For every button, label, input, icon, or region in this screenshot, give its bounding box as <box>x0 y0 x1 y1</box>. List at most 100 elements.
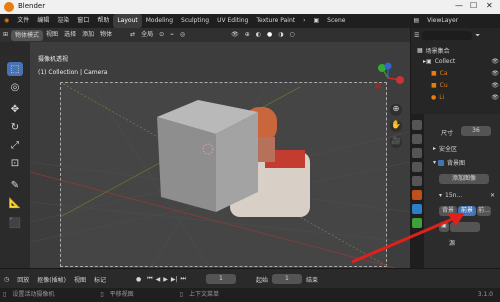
scale-icon[interactable]: ⤢ <box>7 138 23 152</box>
tab-back[interactable]: 背景 <box>439 206 457 216</box>
background-checkbox[interactable] <box>438 159 445 166</box>
timeline-editor-icon[interactable]: ◷ <box>4 276 9 283</box>
safe-areas-toggle[interactable]: ▸ 安全区 <box>433 144 457 153</box>
outliner-search-input[interactable] <box>422 31 473 40</box>
measure-icon[interactable]: 📐 <box>7 196 23 210</box>
background-image-name: 15n... <box>445 192 463 199</box>
menu-object[interactable]: 物体 <box>97 28 115 42</box>
prev-key-icon[interactable]: ◀ <box>156 276 161 283</box>
overlay-icon[interactable]: ◐ <box>253 28 264 42</box>
tab-uv-editing[interactable]: UV Editing <box>213 14 252 28</box>
menu-view[interactable]: 视图 <box>43 28 61 42</box>
tab-other[interactable]: 前... <box>477 206 491 216</box>
eye-icon[interactable]: 👁 <box>491 82 499 89</box>
shading-material-icon[interactable]: ◑ <box>275 28 286 42</box>
object-mode-dropdown[interactable]: 物体模式 <box>11 29 44 41</box>
eye-icon[interactable]: 👁 <box>491 94 499 101</box>
blender-menu-icon[interactable]: ◉ <box>0 14 13 28</box>
minimize-icon[interactable]: — <box>455 1 463 10</box>
size-field[interactable]: 36 <box>461 126 491 136</box>
background-image-item[interactable]: ▾ 15n... ✕ <box>439 192 495 199</box>
next-key-icon[interactable]: ▶| <box>171 276 178 283</box>
add-image-button[interactable]: 添加图像 <box>439 174 489 184</box>
gizmo-icon[interactable]: ⊕ <box>242 28 253 42</box>
play-icon[interactable]: ▶ <box>163 276 168 283</box>
transform-icon[interactable]: ⊡ <box>7 156 23 170</box>
menu-help[interactable]: 帮助 <box>93 14 113 28</box>
object-tab-icon[interactable] <box>412 190 422 200</box>
tab-front[interactable]: 前景 <box>458 206 476 216</box>
menu-file[interactable]: 文件 <box>13 14 33 28</box>
menu-edit[interactable]: 编辑 <box>33 14 53 28</box>
maximize-icon[interactable]: ☐ <box>470 1 477 10</box>
pivot-icon[interactable]: ⊙ <box>156 28 167 42</box>
background-images-panel-header[interactable]: ▾ 背景图 <box>433 158 465 167</box>
3d-viewport[interactable]: 摄像机透视 (1) Collection | Camera ⊕ ✋ 🎥 <box>30 42 410 268</box>
view-layer-selector[interactable]: ViewLayer <box>423 14 462 28</box>
version-label: 3.1.0 <box>477 291 493 298</box>
pan-icon[interactable]: ✋ <box>390 120 402 132</box>
menu-keying[interactable]: 抠像(插帧) <box>37 275 66 284</box>
tool-shelf: ⬚ ◎ ✥ ↻ ⤢ ⊡ ✎ 📐 ⬛ <box>0 56 30 268</box>
tab-modeling[interactable]: Modeling <box>142 14 177 28</box>
transform-orientation-dropdown[interactable]: 全局 <box>138 28 156 42</box>
output-tab-icon[interactable] <box>412 148 422 158</box>
rotate-icon[interactable]: ↻ <box>7 120 23 134</box>
eye-icon[interactable]: 👁 <box>491 70 499 77</box>
tab-layout[interactable]: Layout <box>113 14 142 28</box>
viewport-header: ⊞ 物体模式 视图 选择 添加 物体 ⇄ 全局 ⊙ ⌁ ◎ 👁 ⊕ ◐ ● ◑ … <box>0 28 410 42</box>
navigation-gizmo[interactable] <box>372 62 404 94</box>
snap-icon[interactable]: ⌁ <box>167 28 177 42</box>
current-frame-field[interactable]: 1 <box>205 274 236 284</box>
image-browse-icon[interactable]: ▣ <box>439 222 449 232</box>
menu-playback[interactable]: 回放 <box>17 275 29 284</box>
outliner-scene-collection[interactable]: ▦ 场景集合 <box>417 46 450 55</box>
record-icon[interactable]: ● <box>136 276 141 283</box>
tabs-more-icon[interactable]: › <box>299 14 309 28</box>
shading-render-icon[interactable]: ○ <box>286 28 297 42</box>
eye-icon[interactable]: 👁 <box>491 58 499 65</box>
scene-selector[interactable]: Scene <box>323 14 349 28</box>
modifier-tab-icon[interactable] <box>412 204 422 214</box>
menu-render[interactable]: 渲染 <box>53 14 73 28</box>
jump-start-icon[interactable]: ⏮ <box>147 275 152 283</box>
image-name-field[interactable] <box>450 222 480 232</box>
view-layer-tab-icon[interactable] <box>412 162 422 172</box>
menu-marker[interactable]: 标记 <box>94 275 106 284</box>
shading-solid-icon[interactable]: ● <box>264 28 275 42</box>
outliner-item-cube[interactable]: ■ Cu 👁 <box>431 82 499 89</box>
menu-add[interactable]: 添加 <box>79 28 97 42</box>
camera-view-icon[interactable]: 🎥 <box>390 136 402 148</box>
close-icon[interactable]: ✕ <box>490 192 495 199</box>
menu-select[interactable]: 选择 <box>61 28 79 42</box>
editor-type-icon[interactable]: ⊞ <box>0 28 11 42</box>
tool-tab-icon[interactable] <box>412 120 422 130</box>
menu-view[interactable]: 视图 <box>74 275 86 284</box>
start-frame-field[interactable]: 1 <box>271 274 302 284</box>
proportional-edit-icon[interactable]: ◎ <box>177 28 188 42</box>
move-icon[interactable]: ✥ <box>7 102 23 116</box>
outliner-item-label: Collect <box>434 58 456 65</box>
scene-tab-icon[interactable] <box>412 176 422 186</box>
camera-data-tab-icon[interactable] <box>412 218 422 228</box>
outliner-editor-icon[interactable]: ☰ <box>414 32 419 39</box>
menu-window[interactable]: 窗口 <box>73 14 93 28</box>
collapse-icon: ▾ <box>433 159 437 166</box>
annotate-icon[interactable]: ✎ <box>7 178 23 192</box>
tab-sculpting[interactable]: Sculpting <box>177 14 213 28</box>
outliner-item-light[interactable]: ● Li 👁 <box>431 94 499 101</box>
outliner-item-camera[interactable]: ■ Ca 👁 <box>431 70 499 77</box>
select-box-icon[interactable]: ⬚ <box>7 62 23 76</box>
zoom-icon[interactable]: ⊕ <box>390 104 402 116</box>
add-cube-icon[interactable]: ⬛ <box>7 216 23 230</box>
close-icon[interactable]: ✕ <box>486 1 493 10</box>
filter-icon[interactable]: ⏷ <box>475 32 480 40</box>
jump-end-icon[interactable]: ⏭ <box>181 275 186 283</box>
cursor-icon[interactable]: ◎ <box>7 80 23 94</box>
visibility-icon[interactable]: 👁 <box>228 28 242 42</box>
tab-texture-paint[interactable]: Texture Paint <box>252 14 299 28</box>
render-tab-icon[interactable] <box>412 134 422 144</box>
transform-orientation-icon[interactable]: ⇄ <box>127 28 138 42</box>
outliner-item-collection[interactable]: ▸▣ Collect 👁 <box>423 58 499 65</box>
blender-logo-icon <box>4 2 14 12</box>
